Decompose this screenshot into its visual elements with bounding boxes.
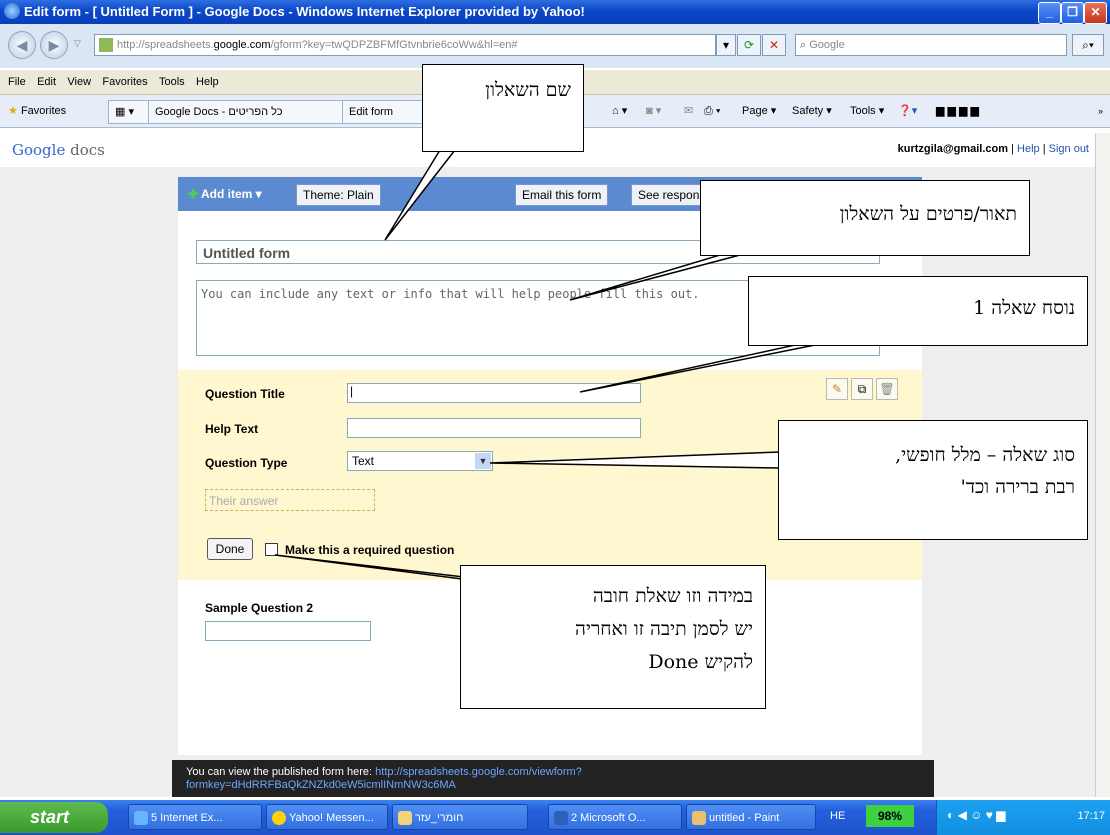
task-label: 5 Internet Ex...	[151, 812, 223, 824]
pointer-question-type	[489, 451, 781, 469]
task-label: חומרי_עזר	[415, 812, 464, 824]
messenger-icon	[272, 811, 286, 825]
word-icon	[554, 811, 568, 825]
task-paint[interactable]: untitled - Paint	[686, 804, 816, 830]
task-label: Yahoo! Messen...	[289, 812, 374, 824]
start-label: start	[30, 807, 70, 827]
pointer-form-name	[384, 149, 457, 241]
folder-icon	[398, 811, 412, 825]
callout-required: במידה וזו שאלת חובה יש לסמן תיבה זו ואחר…	[460, 565, 766, 709]
task-folder[interactable]: חומרי_עזר	[392, 804, 528, 830]
callout-required-line3: להקיש Done	[648, 651, 753, 673]
task-label: 2 Microsoft O...	[571, 812, 646, 824]
ie-task-icon	[134, 811, 148, 825]
callout-required-line1: במידה וזו שאלת חובה	[592, 585, 753, 607]
language-indicator[interactable]: HE	[830, 810, 845, 822]
paint-icon	[692, 811, 706, 825]
tray-icons[interactable]: ◐ ◀ ☺ ♥ ▆	[947, 808, 1005, 822]
callout-question-text: נוסח שאלה 1	[748, 276, 1088, 346]
task-label: untitled - Paint	[709, 812, 780, 824]
callout-question-type-line2: רבת ברירה וכד'	[960, 476, 1075, 498]
callout-question-type-line1: סוג שאלה – מלל חופשי,	[895, 444, 1075, 466]
windows-taskbar: start 5 Internet Ex... Yahoo! Messen... …	[0, 800, 1110, 835]
pointer-description	[569, 254, 741, 301]
task-yahoo-messenger[interactable]: Yahoo! Messen...	[266, 804, 388, 830]
battery-indicator[interactable]: 98%	[866, 805, 914, 827]
pointer-question-title	[579, 344, 816, 393]
pointer-required	[274, 554, 491, 581]
task-internet-explorer[interactable]: 5 Internet Ex...	[128, 804, 262, 830]
callout-question-type: סוג שאלה – מלל חופשי, רבת ברירה וכד'	[778, 420, 1088, 540]
system-tray: ◐ ◀ ☺ ♥ ▆ 17:17	[936, 800, 1110, 835]
callout-form-name: שם השאלון	[422, 64, 584, 152]
start-button[interactable]: start	[0, 802, 108, 833]
clock: 17:17	[1077, 810, 1105, 822]
callout-form-description: תאור/פרטים על השאלון	[700, 180, 1030, 256]
task-microsoft-office[interactable]: 2 Microsoft O...	[548, 804, 682, 830]
callout-required-line2: יש לסמן תיבה זו ואחריה	[575, 618, 753, 640]
